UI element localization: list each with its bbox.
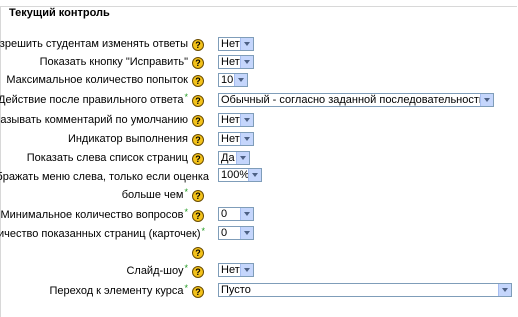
label-slideshow: Слайд-шоу*: [126, 263, 188, 277]
menu-grade-select[interactable]: 100%: [218, 168, 262, 182]
chevron-down-icon: [240, 227, 253, 239]
chevron-down-icon: [240, 114, 253, 126]
show-default-comment-select[interactable]: Нет: [218, 113, 254, 127]
label-allow-change-answers: Разрешить студентам изменять ответы: [0, 38, 188, 50]
chevron-down-icon: [240, 56, 253, 68]
label-greater-than: больше чем*: [121, 187, 188, 201]
required-marker: *: [184, 263, 188, 273]
pages-shown-select[interactable]: 0: [218, 226, 254, 240]
label-show-fix-button: Показать кнопку "Исправить": [39, 56, 188, 68]
show-fix-button-select[interactable]: Нет: [218, 55, 254, 69]
help-icon[interactable]: ?: [192, 115, 204, 127]
label-jump-to-activity: Переход к элементу курса*: [49, 283, 188, 297]
help-icon[interactable]: ?: [192, 286, 204, 298]
slideshow-select[interactable]: Нет: [218, 263, 254, 277]
help-icon[interactable]: ?: [192, 134, 204, 146]
help-icon[interactable]: ?: [192, 190, 204, 202]
label-max-attempts: Максимальное количество попыток: [6, 74, 188, 86]
show-pages-list-select[interactable]: Да: [218, 151, 250, 165]
chevron-down-icon: [240, 38, 253, 50]
help-icon[interactable]: ?: [192, 39, 204, 51]
chevron-down-icon: [480, 94, 493, 106]
chevron-down-icon: [248, 169, 261, 181]
progress-indicator-select[interactable]: Нет: [218, 132, 254, 146]
required-marker: *: [184, 207, 188, 217]
chevron-down-icon: [240, 208, 253, 220]
allow-change-answers-select[interactable]: Нет: [218, 37, 254, 51]
action-after-correct-select[interactable]: Обычный - согласно заданной последовател…: [218, 93, 494, 107]
required-marker: *: [184, 92, 188, 102]
required-marker: *: [184, 283, 188, 293]
help-icon[interactable]: ?: [192, 247, 204, 259]
chevron-down-icon: [240, 133, 253, 145]
required-marker: *: [201, 226, 205, 236]
help-icon[interactable]: ?: [192, 153, 204, 165]
chevron-down-icon: [236, 152, 249, 164]
help-icon[interactable]: ?: [192, 57, 204, 69]
max-attempts-select[interactable]: 10: [218, 73, 248, 87]
label-progress-indicator: Индикатор выполнения: [67, 133, 188, 145]
label-show-menu-if-grade: Отображать меню слева, только если оценк…: [0, 171, 209, 183]
label-show-default-comment: Показывать комментарий по умолчанию: [0, 114, 188, 126]
label-show-pages-list: Показать слева список страниц: [26, 152, 188, 164]
label-pages-shown: Количество показанных страниц (карточек)…: [0, 226, 205, 240]
chevron-down-icon: [234, 74, 247, 86]
min-questions-select[interactable]: 0: [218, 207, 254, 221]
required-marker: *: [184, 187, 188, 197]
section-title: Текущий контроль: [7, 7, 112, 19]
jump-to-activity-select[interactable]: Пусто: [218, 283, 512, 297]
help-icon[interactable]: ?: [192, 266, 204, 278]
chevron-down-icon: [240, 264, 253, 276]
help-icon[interactable]: ?: [192, 210, 204, 222]
chevron-down-icon: [498, 284, 511, 296]
label-action-after-correct: Действие после правильного ответа*: [0, 92, 188, 106]
label-min-questions: Минимальное количество вопросов*: [0, 207, 188, 221]
help-icon[interactable]: ?: [192, 75, 204, 87]
help-icon[interactable]: ?: [192, 95, 204, 107]
